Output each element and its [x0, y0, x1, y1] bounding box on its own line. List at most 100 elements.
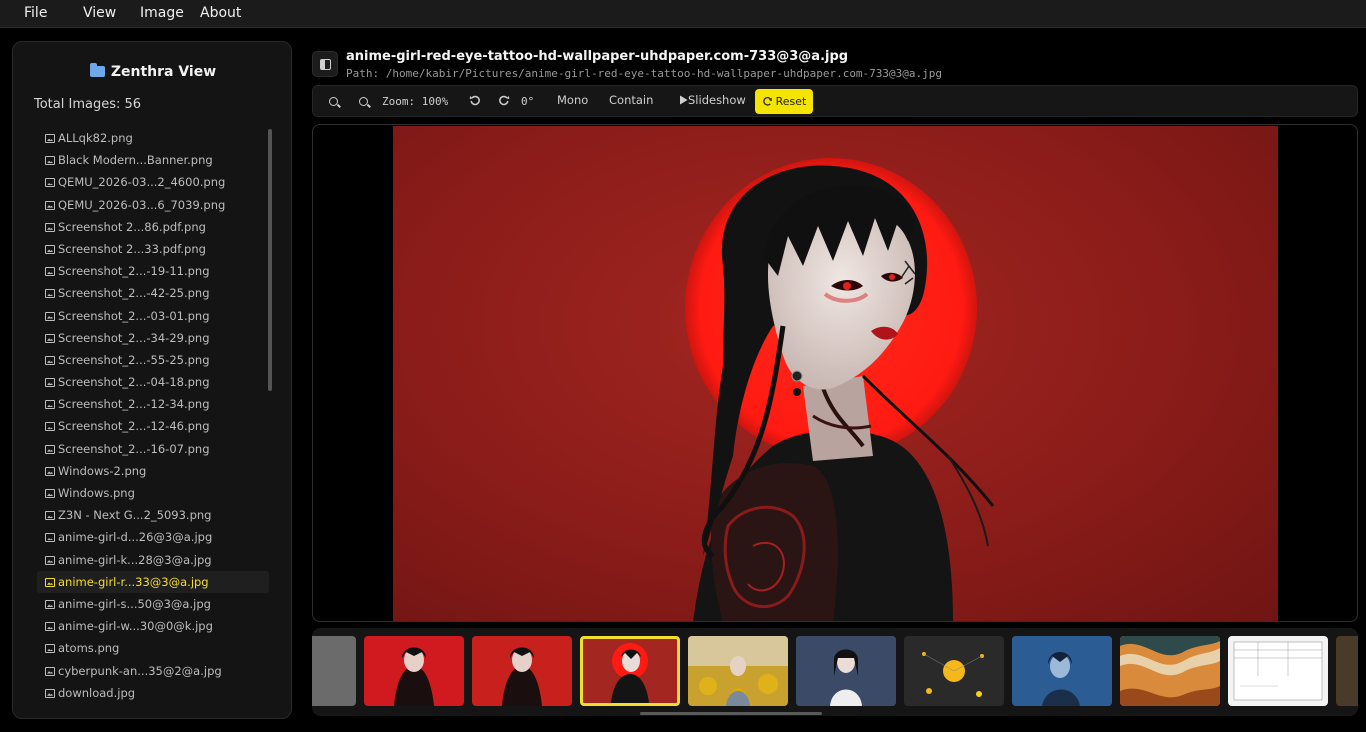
file-list-item[interactable]: anime-girl-k...28@3@a.jpg: [37, 549, 269, 571]
image-file-icon: [45, 355, 55, 365]
image-file-icon: [45, 666, 55, 676]
file-list-item[interactable]: anime-girl-w...30@0@k.jpg: [37, 615, 269, 637]
thumb-cyberpunk[interactable]: [1012, 636, 1112, 706]
file-list-item-label: atoms.png: [58, 641, 120, 656]
image-file-icon: [45, 134, 55, 143]
file-list-item-label: Z3N - Next G...2_5093.png: [58, 508, 212, 523]
file-list-item[interactable]: Screenshot_2...-12-34.png: [37, 393, 269, 415]
file-list-item[interactable]: Screenshot_2...-55-25.png: [37, 349, 269, 371]
file-list-item[interactable]: Screenshot_2...-04-18.png: [37, 371, 269, 393]
thumb-waves[interactable]: [1120, 636, 1220, 706]
image-file-icon: [45, 466, 55, 476]
thumb-white-dress-image: [796, 636, 896, 706]
zoom-out-button[interactable]: [359, 95, 368, 109]
file-list-item[interactable]: Black Modern...Banner.png: [37, 149, 269, 171]
rotate-right-button[interactable]: [498, 94, 510, 109]
zoom-in-button[interactable]: [329, 95, 338, 109]
file-list-item-label: anime-girl-k...28@3@a.jpg: [58, 552, 212, 567]
thumb-waves-image: [1120, 636, 1220, 706]
file-list-item[interactable]: Screenshot 2...33.pdf.png: [37, 238, 269, 260]
thumb-atoms[interactable]: [904, 636, 1004, 706]
thumb-sunflower[interactable]: [688, 636, 788, 706]
thumb-red-eye-tattoo-image: [611, 643, 649, 703]
menu-view[interactable]: View: [83, 5, 116, 21]
file-list-item[interactable]: Windows-2.png: [37, 460, 269, 482]
file-list: ALLqk82.png Black Modern...Banner.png QEMU…: [37, 127, 269, 704]
reset-label: Reset: [775, 95, 807, 108]
rotate-right-icon: [499, 95, 510, 106]
menu-image[interactable]: Image: [140, 5, 184, 21]
file-list-item-label: Screenshot 2...33.pdf.png: [58, 241, 206, 256]
image-file-icon: [45, 222, 55, 232]
thumb-cyberpunk-image: [1012, 636, 1112, 706]
image-file-icon: [45, 511, 55, 521]
file-list-item[interactable]: download.jpg: [37, 682, 269, 704]
sidebar-toggle-button[interactable]: [312, 51, 338, 77]
file-list-item[interactable]: anime-girl-d...26@3@a.jpg: [37, 526, 269, 548]
thumb-gray[interactable]: [312, 636, 356, 706]
file-list-item[interactable]: cyberpunk-an...35@2@a.jpg: [37, 660, 269, 682]
file-list-item-label: anime-girl-s...50@3@a.jpg: [58, 596, 211, 611]
file-list-item[interactable]: Screenshot_2...-16-07.png: [37, 438, 269, 460]
file-list-item-label: Windows-2.png: [58, 463, 147, 478]
thumb-red-oni[interactable]: [364, 636, 464, 706]
thumb-sunflower-image: [688, 636, 788, 706]
thumb-document[interactable]: [1228, 636, 1328, 706]
menu-file[interactable]: File: [24, 5, 47, 21]
image-viewer[interactable]: [312, 124, 1358, 622]
rotate-left-button[interactable]: [469, 94, 481, 109]
slideshow-button[interactable]: Slideshow: [679, 93, 746, 107]
file-list-item[interactable]: Z3N - Next G...2_5093.png: [37, 504, 269, 526]
file-list-item-label: Screenshot_2...-19-11.png: [58, 264, 210, 279]
thumb-red-sword-image: [502, 647, 542, 706]
file-list-item[interactable]: Windows.png: [37, 482, 269, 504]
image-file-icon: [45, 333, 55, 343]
file-list-item[interactable]: anime-girl-r...33@3@a.jpg: [37, 570, 269, 593]
thumb-white-dress[interactable]: [796, 636, 896, 706]
image-file-icon: [45, 489, 55, 498]
file-list-item[interactable]: anime-girl-s...50@3@a.jpg: [37, 593, 269, 615]
file-list-item-label: ALLqk82.png: [58, 131, 133, 145]
file-list-item[interactable]: Screenshot_2...-19-11.png: [37, 260, 269, 282]
file-list-item-label: Screenshot_2...-04-18.png: [58, 375, 210, 390]
image-file-icon: [45, 444, 55, 454]
film-strip-scrollbar[interactable]: [640, 712, 822, 715]
thumb-red-eye-tattoo[interactable]: [580, 636, 680, 706]
file-list-item[interactable]: ALLqk82.png: [37, 127, 269, 149]
file-list-item-label: Black Modern...Banner.png: [58, 153, 213, 168]
file-list-item[interactable]: Screenshot_2...-34-29.png: [37, 327, 269, 349]
current-filename: anime-girl-red-eye-tattoo-hd-wallpaper-u…: [346, 49, 849, 64]
file-list-scrollbar[interactable]: [268, 129, 272, 391]
file-list-item-label: Screenshot_2...-42-25.png: [58, 286, 210, 301]
refresh-icon: [762, 96, 772, 106]
file-list-item[interactable]: QEMU_2026-03...6_7039.png: [37, 194, 269, 216]
anime-girl-illustration: [685, 158, 995, 621]
thumb-red-sword[interactable]: [472, 636, 572, 706]
menu-about[interactable]: About: [200, 5, 241, 21]
toolbar: Zoom: 100% 0° Mono Contain Slideshow: [312, 85, 1358, 117]
fit-mode-button[interactable]: Contain: [609, 93, 653, 107]
file-list-item[interactable]: QEMU_2026-03...2_4600.png: [37, 171, 269, 193]
image-file-icon: [45, 644, 55, 654]
total-images-count: Total Images: 56: [34, 97, 142, 112]
thumb-document-image: [1233, 641, 1323, 701]
file-list-item[interactable]: Screenshot 2...86.pdf.png: [37, 216, 269, 238]
zoom-level: Zoom: 100%: [382, 95, 449, 108]
app-title-text: Zenthra View: [110, 64, 217, 80]
file-list-item[interactable]: Screenshot_2...-42-25.png: [37, 282, 269, 304]
sidebar-toggle-icon: [319, 58, 331, 70]
file-list-item[interactable]: Screenshot_2...-03-01.png: [37, 305, 269, 327]
file-list-item[interactable]: atoms.png: [37, 637, 269, 659]
image-file-icon: [45, 311, 55, 321]
rotation-value: 0°: [521, 95, 535, 108]
file-list-item-label: anime-girl-d...26@3@a.jpg: [58, 530, 213, 545]
reset-button[interactable]: Reset: [755, 89, 813, 114]
file-list-item[interactable]: Screenshot_2...-12-46.png: [37, 415, 269, 437]
file-list-item-label: Windows.png: [58, 486, 135, 500]
current-file-path: Path: /home/kabir/Pictures/anime-girl-re…: [346, 67, 943, 80]
thumb-partial[interactable]: [1336, 636, 1358, 706]
mono-button[interactable]: Mono: [557, 93, 588, 107]
image-file-icon: [45, 622, 55, 632]
image-file-icon: [45, 577, 55, 587]
thumb-atoms-image: [922, 652, 984, 697]
